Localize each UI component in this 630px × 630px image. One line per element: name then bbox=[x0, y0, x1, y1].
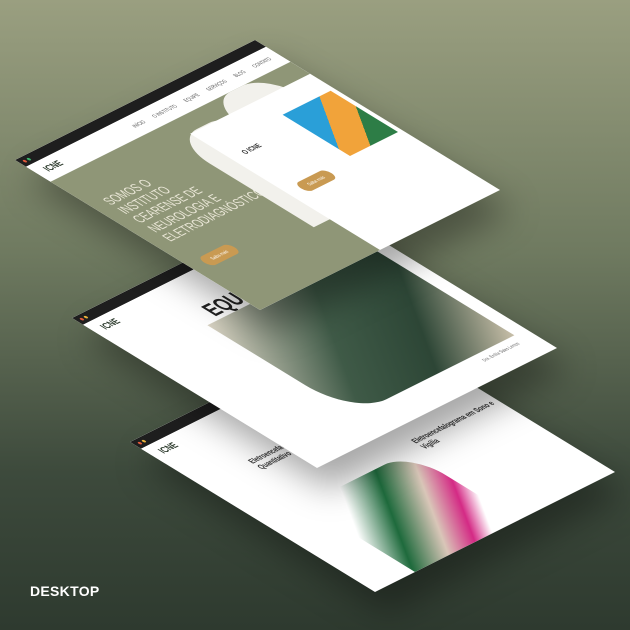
about-image bbox=[282, 90, 398, 156]
device-label: DESKTOP bbox=[30, 583, 100, 599]
nav-item[interactable]: SERVIÇOS bbox=[204, 79, 229, 92]
eeg-photo bbox=[304, 452, 519, 572]
nav-item[interactable]: BLOG bbox=[231, 69, 247, 78]
nav-item[interactable]: INÍCIO bbox=[130, 119, 147, 128]
hero-button[interactable]: Saiba mais bbox=[197, 243, 242, 267]
about-button[interactable]: Saiba mais bbox=[294, 168, 339, 193]
logo: ICNE bbox=[97, 317, 124, 332]
logo: ICNE bbox=[155, 441, 182, 456]
logo: ICNE bbox=[40, 159, 67, 174]
nav-item[interactable]: CONTATO bbox=[250, 56, 273, 68]
nav-item[interactable]: EQUIPE bbox=[182, 92, 202, 103]
about-title: O ICNE bbox=[238, 141, 264, 156]
nav-item[interactable]: O INSTITUTO bbox=[150, 104, 179, 119]
